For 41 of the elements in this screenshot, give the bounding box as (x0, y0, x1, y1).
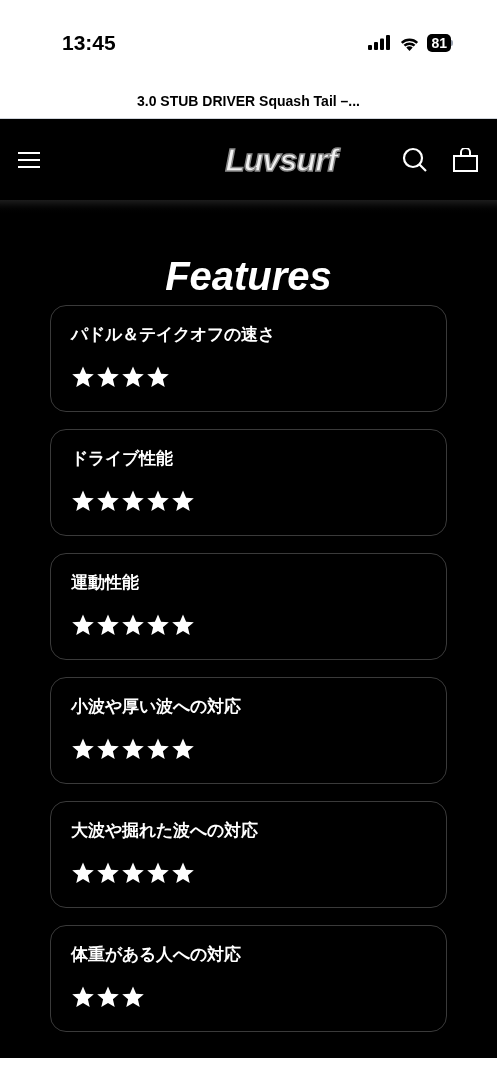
star-icon (96, 365, 120, 389)
star-icon (96, 861, 120, 885)
star-icon (71, 365, 95, 389)
feature-label: ドライブ性能 (71, 448, 173, 470)
star-icon (121, 861, 145, 885)
star-icon (146, 613, 170, 637)
star-icon (121, 365, 145, 389)
shopping-bag-icon[interactable] (452, 147, 479, 172)
feature-label: 運動性能 (71, 572, 139, 594)
signal-icon (368, 35, 393, 50)
star-icon (146, 737, 170, 761)
star-icon (71, 985, 95, 1009)
star-icon (171, 613, 195, 637)
feature-label: 大波や掘れた波への対応 (71, 820, 258, 842)
star-icon (121, 613, 145, 637)
star-icon (146, 489, 170, 513)
star-icon (71, 861, 95, 885)
star-icon (71, 489, 95, 513)
star-icon (121, 985, 145, 1009)
star-icon (96, 985, 120, 1009)
star-icon (146, 861, 170, 885)
star-icon (121, 737, 145, 761)
feature-label: 小波や厚い波への対応 (71, 696, 241, 718)
star-icon (71, 737, 95, 761)
page-title: 3.0 STUB DRIVER Squash Tail –... (137, 92, 360, 111)
status-time: 13:45 (62, 29, 116, 56)
section-heading: Features (164, 253, 333, 300)
star-icon (171, 737, 195, 761)
star-icon (146, 365, 170, 389)
menu-icon[interactable] (18, 151, 40, 168)
star-icon (71, 613, 95, 637)
star-icon (171, 489, 195, 513)
search-icon[interactable] (402, 146, 428, 173)
star-icon (121, 489, 145, 513)
star-icon (171, 861, 195, 885)
star-icon (96, 489, 120, 513)
battery-icon: 81 (427, 33, 453, 52)
star-icon (96, 737, 120, 761)
feature-label: パドル＆テイクオフの速さ (71, 324, 275, 346)
star-icon (96, 613, 120, 637)
feature-label: 体重がある人への対応 (71, 944, 241, 966)
